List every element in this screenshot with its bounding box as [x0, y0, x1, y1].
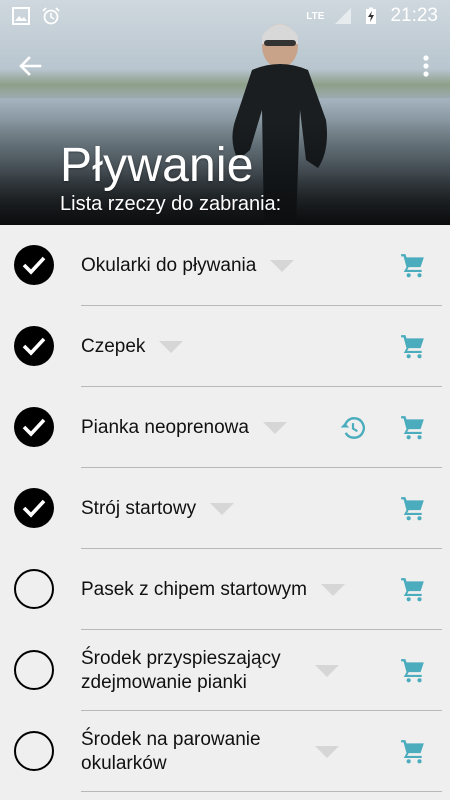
list-item: Środek przyspieszający zdejmowanie piank… [0, 630, 450, 711]
item-label: Czepek [81, 335, 146, 357]
packing-list: Okularki do pływania Czepek Pianka neopr… [0, 225, 450, 792]
shopping-cart-icon[interactable] [400, 414, 426, 440]
list-item: Pasek z chipem startowym [0, 549, 450, 630]
dropdown-arrow-icon[interactable] [159, 340, 184, 353]
item-label-row[interactable]: Środek na parowanie okularków [81, 711, 361, 792]
shopping-cart-icon[interactable] [400, 657, 426, 683]
checkbox-unchecked[interactable] [14, 731, 54, 771]
item-label: Okularki do pływania [81, 254, 257, 276]
checkmark-icon [22, 337, 46, 356]
network-type-label: LTE [306, 10, 325, 22]
more-vert-icon[interactable] [416, 50, 436, 82]
checkmark-icon [22, 256, 46, 275]
dropdown-arrow-icon[interactable] [270, 259, 295, 272]
history-icon[interactable] [340, 415, 366, 441]
item-label: Pasek z chipem startowym [81, 578, 307, 600]
item-label: Środek przyspieszający zdejmowanie piank… [81, 647, 281, 693]
list-item: Okularki do pływania [0, 225, 450, 306]
checkmark-icon [22, 499, 46, 518]
signal-icon [335, 8, 352, 24]
shopping-cart-icon[interactable] [400, 495, 426, 521]
alarm-icon [42, 7, 60, 25]
dropdown-arrow-icon[interactable] [315, 745, 339, 758]
list-item: Środek na parowanie okularków [0, 711, 450, 792]
checkbox-checked[interactable] [14, 326, 54, 366]
toolbar [0, 46, 450, 86]
status-time: 21:23 [390, 5, 438, 26]
dropdown-arrow-icon[interactable] [210, 502, 235, 515]
shopping-cart-icon[interactable] [400, 738, 426, 764]
item-label-row[interactable]: Pasek z chipem startowym [81, 549, 345, 630]
page-subtitle: Lista rzeczy do zabrania: [60, 193, 282, 215]
item-label-row[interactable]: Okularki do pływania [81, 225, 295, 306]
dropdown-arrow-icon[interactable] [262, 421, 287, 434]
image-icon [12, 7, 30, 25]
checkbox-checked[interactable] [14, 488, 54, 528]
item-label-row[interactable]: Strój startowy [81, 468, 235, 549]
checkbox-unchecked[interactable] [14, 650, 54, 690]
list-item: Czepek [0, 306, 450, 387]
item-label: Pianka neoprenowa [81, 416, 249, 438]
battery-charging-icon [366, 7, 377, 24]
list-item: Strój startowy [0, 468, 450, 549]
page-title: Pływanie [60, 139, 254, 192]
item-label: Strój startowy [81, 497, 197, 519]
header-image: LTE 21:23 Pływanie Lista rzeczy do zabra… [0, 0, 450, 225]
dropdown-arrow-icon[interactable] [315, 664, 339, 677]
divider [81, 791, 442, 792]
checkbox-checked[interactable] [14, 245, 54, 285]
item-label: Środek na parowanie okularków [81, 728, 261, 774]
shopping-cart-icon[interactable] [400, 576, 426, 602]
item-label-row[interactable]: Pianka neoprenowa [81, 387, 287, 468]
dropdown-arrow-icon[interactable] [320, 583, 345, 596]
item-label-row[interactable]: Środek przyspieszający zdejmowanie piank… [81, 630, 361, 711]
list-item: Pianka neoprenowa [0, 387, 450, 468]
checkmark-icon [22, 418, 46, 437]
checkbox-checked[interactable] [14, 407, 54, 447]
status-bar: LTE 21:23 [0, 0, 450, 32]
item-label-row[interactable]: Czepek [81, 306, 184, 387]
shopping-cart-icon[interactable] [400, 252, 426, 278]
checkbox-unchecked[interactable] [14, 569, 54, 609]
arrow-back-icon[interactable] [14, 50, 46, 82]
shopping-cart-icon[interactable] [400, 333, 426, 359]
